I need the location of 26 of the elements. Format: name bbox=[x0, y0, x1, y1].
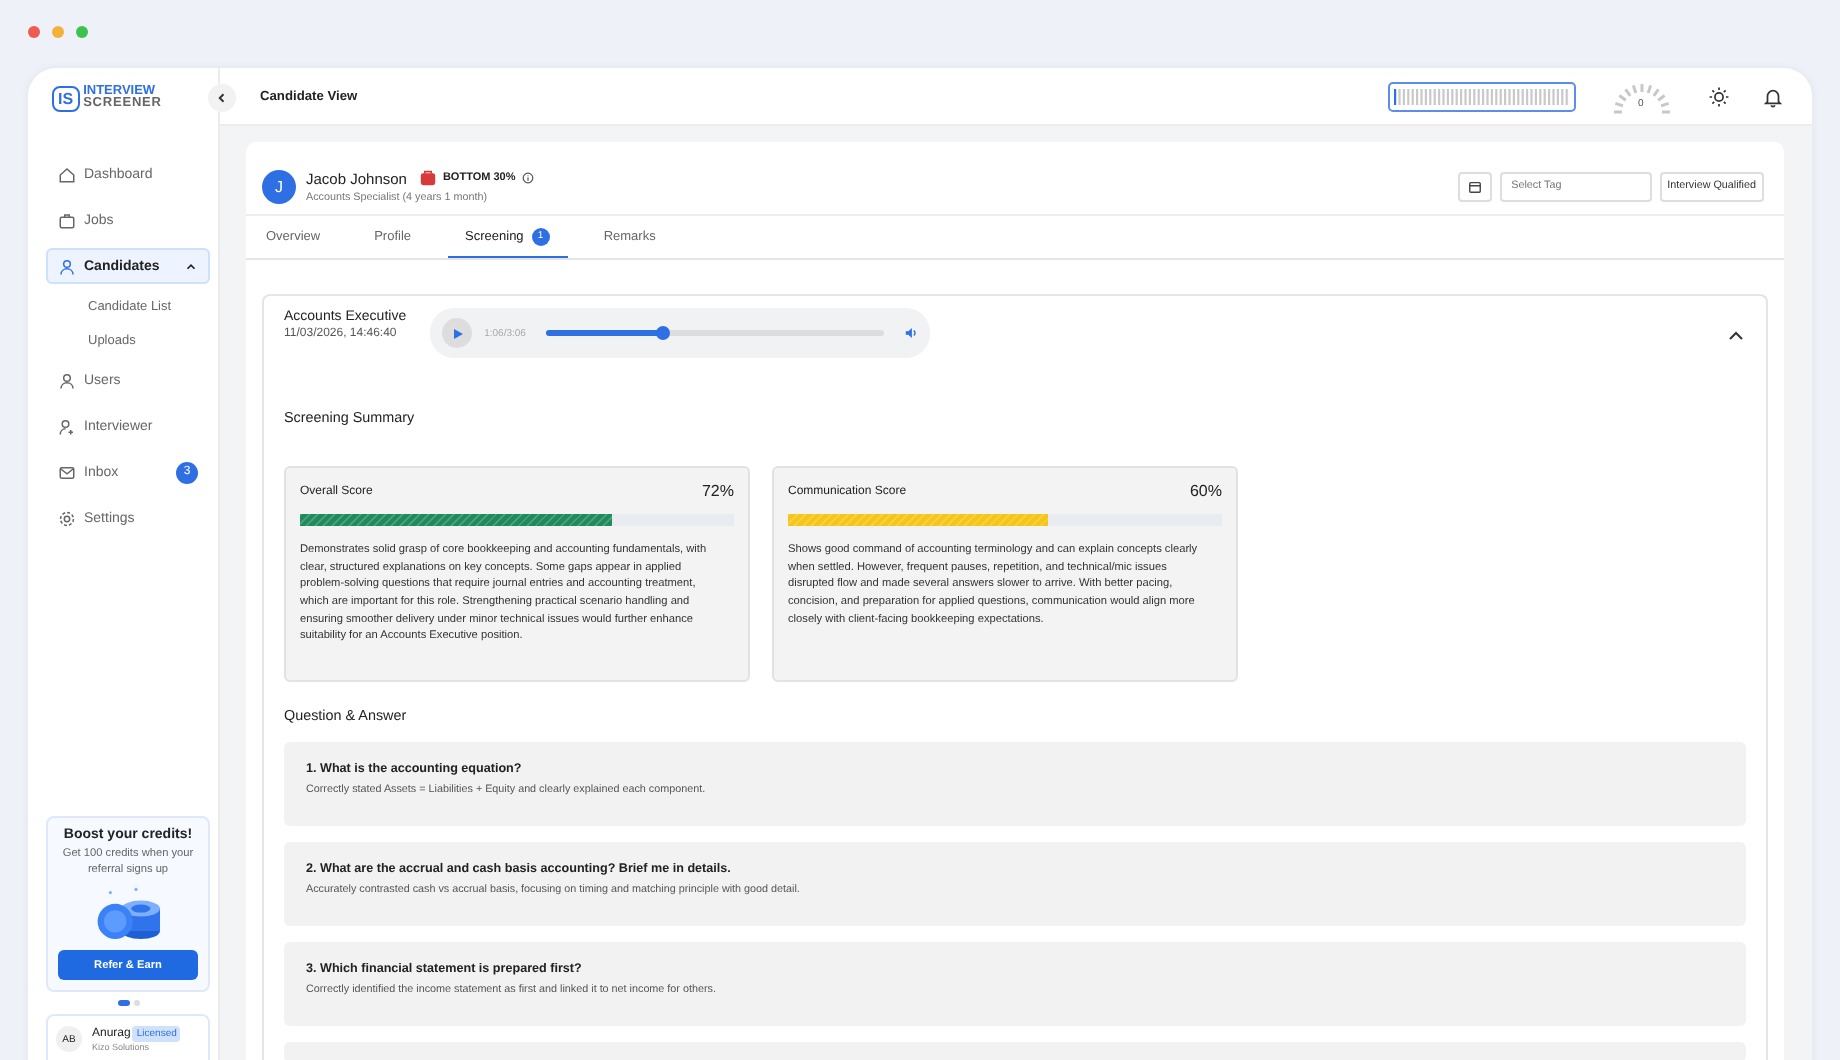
gauge-dial-icon bbox=[1608, 78, 1676, 114]
sun-icon[interactable] bbox=[1708, 85, 1730, 107]
bag-icon bbox=[420, 170, 437, 186]
candidate-avatar: J bbox=[262, 169, 296, 203]
volume-icon[interactable] bbox=[904, 326, 919, 340]
mail-icon bbox=[58, 463, 76, 481]
score-value: 60% bbox=[1189, 482, 1222, 500]
collapse-sidebar-button[interactable] bbox=[208, 84, 236, 112]
play-button[interactable] bbox=[442, 318, 473, 348]
close-window-icon[interactable] bbox=[28, 26, 40, 38]
settings-icon bbox=[58, 509, 76, 527]
user-icon bbox=[58, 371, 76, 389]
user-plus-icon bbox=[58, 417, 76, 435]
carousel-dot[interactable] bbox=[133, 1000, 139, 1006]
briefcase-icon bbox=[58, 211, 76, 229]
calendar-button[interactable] bbox=[1457, 171, 1492, 201]
chevron-left-icon bbox=[216, 92, 228, 104]
info-icon[interactable] bbox=[521, 172, 534, 184]
user-icon bbox=[58, 257, 76, 275]
calendar-icon bbox=[1467, 179, 1482, 193]
audio-progress-track[interactable] bbox=[545, 330, 885, 336]
score-value: 72% bbox=[701, 482, 734, 500]
logo-mark: IS bbox=[52, 85, 80, 111]
play-icon bbox=[451, 327, 464, 339]
notifications-icon[interactable] bbox=[1762, 85, 1784, 107]
home-icon bbox=[58, 165, 76, 183]
